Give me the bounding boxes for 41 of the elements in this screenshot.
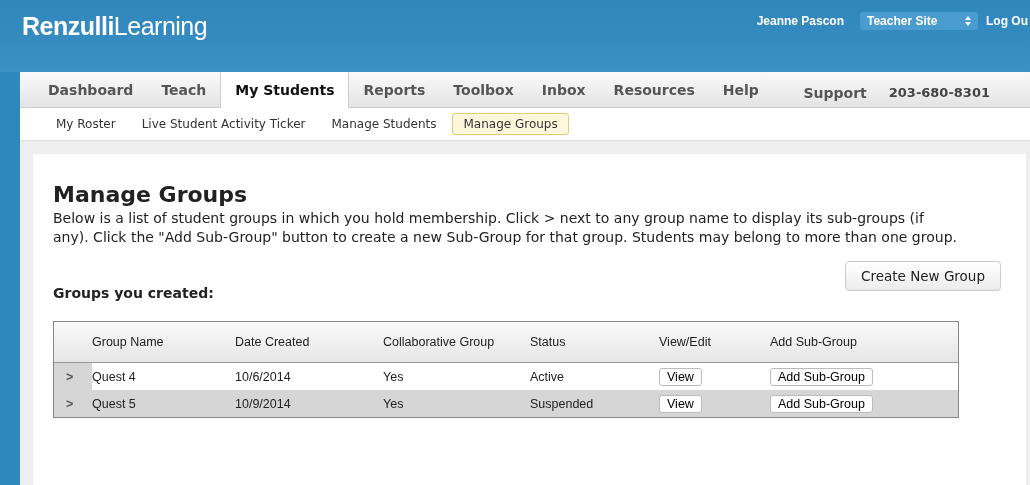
- table-cell-text: 10/9/2014: [235, 396, 292, 411]
- create-group-button[interactable]: Create New Group: [845, 261, 1001, 291]
- column-header: View/Edit: [659, 335, 712, 349]
- nav-tab[interactable]: Reports: [349, 72, 440, 107]
- sub-tab[interactable]: Manage Students: [321, 114, 447, 134]
- add-subgroup-button[interactable]: Add Sub-Group: [770, 394, 873, 413]
- stepper-icon: [965, 16, 971, 26]
- sub-tab[interactable]: Manage Groups: [452, 113, 569, 135]
- expand-toggle[interactable]: >: [54, 363, 92, 390]
- logo[interactable]: RenzulliLearning: [22, 12, 208, 41]
- view-button[interactable]: View: [659, 367, 702, 386]
- nav-tab[interactable]: Teach: [147, 72, 221, 107]
- column-header: Date Created: [235, 335, 311, 349]
- nav-tab[interactable]: Dashboard: [34, 72, 148, 107]
- add-subgroup-button[interactable]: Add Sub-Group: [770, 367, 873, 386]
- column-header: Add Sub-Group: [770, 335, 858, 349]
- table-cell-text: Suspended: [530, 396, 595, 411]
- support-link[interactable]: Support: [803, 72, 867, 107]
- section-title: Groups you created:: [53, 285, 214, 301]
- sub-tab[interactable]: Live Student Activity Ticker: [131, 114, 316, 134]
- table-cell-text: Active: [530, 369, 566, 384]
- sub-tab[interactable]: My Roster: [46, 114, 126, 134]
- view-button[interactable]: View: [659, 394, 702, 413]
- user-name: Jeanne Pascon: [756, 14, 844, 28]
- column-header: Collaborative Group: [383, 335, 496, 349]
- page-description: Below is a list of student groups in which you hold membership. Click > next to any group name to display its sub-groups (if any). Click the "Add Sub-Group" button to create a new Sub-Group for that group. Students may belong to more than one group.: [53, 209, 958, 247]
- nav-tab[interactable]: Resources: [599, 72, 709, 107]
- phone-number: 203-680-8301: [888, 84, 990, 102]
- logout-link[interactable]: Log Ou: [986, 14, 1028, 28]
- table-cell-text: 10/6/2014: [235, 369, 292, 384]
- table-cell-text: Yes: [383, 396, 405, 411]
- table-cell-text: Yes: [383, 369, 405, 384]
- table-cell-text: Quest 4: [92, 369, 137, 384]
- table-cell-text: Quest 5: [92, 396, 137, 411]
- page-title: Manage Groups: [53, 182, 249, 207]
- nav-tab[interactable]: My Students: [220, 72, 350, 108]
- column-header: Status: [530, 335, 567, 349]
- nav-tab[interactable]: Help: [708, 72, 773, 107]
- nav-tab[interactable]: Toolbox: [439, 72, 528, 107]
- nav-tab[interactable]: Inbox: [527, 72, 600, 107]
- column-header: Group Name: [92, 335, 165, 349]
